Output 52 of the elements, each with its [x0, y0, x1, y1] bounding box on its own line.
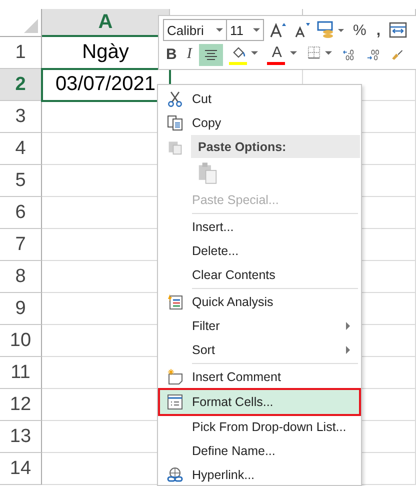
caret-icon	[250, 50, 258, 55]
menu-item[interactable]: Clear Contents	[159, 263, 360, 287]
caret-icon	[290, 50, 297, 55]
borders-icon	[306, 46, 321, 60]
currency-format-icon[interactable]	[316, 20, 346, 40]
row-header[interactable]: 9	[0, 293, 42, 325]
row-header[interactable]: 10	[0, 325, 42, 357]
comment-icon	[167, 369, 183, 385]
row-header[interactable]: 8	[0, 261, 42, 293]
row-header[interactable]: 11	[0, 357, 42, 389]
row-header[interactable]: 4	[0, 133, 42, 165]
submenu-arrow-icon	[346, 322, 350, 330]
menu-item[interactable]: Hyperlink...	[159, 463, 360, 486]
row-header[interactable]: 13	[0, 421, 42, 453]
row-header[interactable]: 5	[0, 165, 42, 197]
menu-item[interactable]: Delete...	[159, 239, 360, 263]
menu-item[interactable]: Copy	[159, 111, 360, 135]
comma-style-button[interactable]: ,	[373, 22, 384, 39]
menu-item[interactable]: Format Cells...	[159, 389, 360, 415]
copy-icon	[167, 115, 183, 131]
row-header[interactable]: 1	[0, 37, 42, 69]
center-align-button[interactable]	[198, 44, 223, 66]
sheet-cell[interactable]: 03/07/2021	[42, 69, 170, 101]
format-cells-icon	[167, 394, 183, 410]
italic-button[interactable]: I	[184, 44, 195, 66]
menu-item[interactable]: Insert Comment	[159, 365, 360, 389]
hyperlink-icon	[167, 467, 183, 483]
align-center-icon	[204, 48, 218, 62]
menu-item[interactable]: Sort	[159, 338, 360, 362]
row-header[interactable]: 3	[0, 101, 42, 133]
menu-item[interactable]: Insert...	[159, 215, 360, 239]
section-header: Paste Options:	[191, 135, 360, 158]
menu-item[interactable]: Pick From Drop-down List...	[159, 415, 360, 439]
submenu-arrow-icon	[346, 346, 350, 354]
caret-icon[interactable]	[253, 28, 260, 32]
menu-item[interactable]: Quick Analysis	[159, 290, 360, 314]
clipboard-icon	[167, 138, 183, 154]
menu-item[interactable]: Filter	[159, 314, 360, 338]
row-header[interactable]: 14	[0, 453, 42, 485]
percent-style-button[interactable]: %	[350, 22, 370, 39]
font-color-button[interactable]: A	[264, 44, 300, 66]
quick-analysis-icon	[167, 294, 183, 310]
row-header[interactable]: 12	[0, 389, 42, 421]
row-header[interactable]: 6	[0, 197, 42, 229]
font-color-letter: A	[270, 44, 283, 62]
table-format-icon[interactable]	[388, 20, 408, 40]
menu-item[interactable]: Define Name...	[159, 439, 360, 463]
caret-icon	[324, 50, 332, 55]
caret-icon[interactable]	[216, 28, 223, 32]
scissors-icon	[167, 91, 183, 107]
row-header[interactable]: 7	[0, 229, 42, 261]
row-header[interactable]: 2	[0, 69, 42, 101]
